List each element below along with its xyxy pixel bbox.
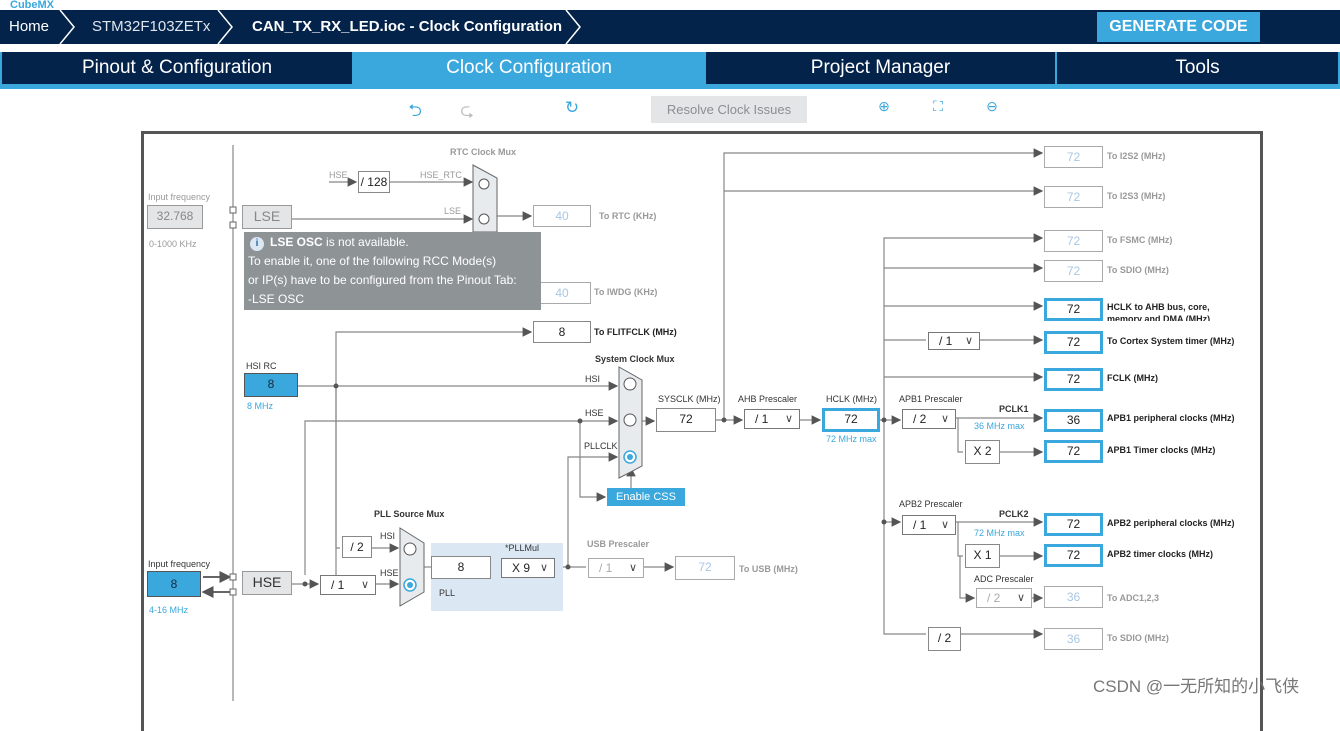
adc-prescaler-label: ADC Prescaler <box>974 574 1034 584</box>
hsi-unit: 8 MHz <box>247 401 274 411</box>
lse-range: 0-1000 KHz <box>149 239 197 249</box>
hclk-input[interactable]: 72 <box>822 408 880 432</box>
cortex-timer-prescaler-select[interactable]: / 1 <box>928 332 980 350</box>
cortex-timer-label: To Cortex System timer (MHz) <box>1107 336 1235 346</box>
i2s3-output[interactable]: 72 <box>1044 186 1103 208</box>
rtc-output[interactable]: 40 <box>533 205 591 227</box>
apb2-timer-output[interactable]: 72 <box>1044 544 1103 567</box>
rtc-hse-label: HSE <box>329 170 348 180</box>
usb-output-label: To USB (MHz) <box>739 564 798 574</box>
sdio-label: To SDIO (MHz) <box>1107 265 1169 275</box>
rtc-mux-title: RTC Clock Mux <box>450 147 517 157</box>
fsmc-label: To FSMC (MHz) <box>1107 235 1173 245</box>
lse-frequency-input[interactable]: 32.768 <box>147 205 203 229</box>
hsi-value: 8 <box>244 373 298 397</box>
usb-prescaler-label: USB Prescaler <box>587 539 650 549</box>
lse-block[interactable]: LSE <box>242 205 292 229</box>
apb1-max: 36 MHz max <box>974 421 1025 431</box>
hse-rtc-label: HSE_RTC <box>420 170 462 180</box>
hse-frequency-input[interactable]: 8 <box>147 571 201 597</box>
rtc-output-label: To RTC (KHz) <box>599 211 657 221</box>
hse-prediv-select[interactable]: / 1 <box>320 575 376 595</box>
hse-block[interactable]: HSE <box>242 571 292 595</box>
hclk-ahb-output[interactable]: 72 <box>1044 298 1103 321</box>
apb2-peripheral-label: APB2 peripheral clocks (MHz) <box>1107 518 1235 528</box>
adc-label: To ADC1,2,3 <box>1107 593 1160 603</box>
pllmul-select[interactable]: X 9 <box>501 558 555 578</box>
apb1-timer-mul: X 2 <box>965 440 1000 464</box>
usb-prescaler-select[interactable]: / 1 <box>588 558 644 578</box>
tooltip-line4: -LSE OSC <box>248 292 305 306</box>
sysmux-hse: HSE <box>585 408 604 418</box>
apb2-peripheral-output[interactable]: 72 <box>1044 513 1103 536</box>
hsi-div2: / 2 <box>342 536 372 558</box>
rtc-lse-label: LSE <box>444 206 462 216</box>
apb2-max: 72 MHz max <box>974 528 1025 538</box>
fsmc-output[interactable]: 72 <box>1044 230 1103 252</box>
sdio-div2: / 2 <box>928 627 961 651</box>
tooltip-line1: is not available. <box>322 235 409 249</box>
fclk-label: FCLK (MHz) <box>1107 373 1158 383</box>
apb1-prescaler-select[interactable]: / 2 <box>902 409 956 429</box>
pll-input[interactable]: 8 <box>431 556 491 579</box>
pllmux-hsi: HSI <box>380 531 396 541</box>
i2s2-output[interactable]: 72 <box>1044 146 1103 168</box>
hse-range: 4-16 MHz <box>149 605 189 615</box>
hsi-label: HSI RC <box>246 361 277 371</box>
ahb-prescaler-select[interactable]: / 1 <box>744 409 800 429</box>
apb1-peripheral-output[interactable]: 36 <box>1044 409 1103 432</box>
sysmux-pllclk: PLLCLK <box>584 441 618 451</box>
adc-output[interactable]: 36 <box>1044 586 1103 608</box>
sdio-output[interactable]: 72 <box>1044 260 1103 282</box>
info-icon: i <box>250 237 264 251</box>
pll-label: PLL <box>439 588 456 598</box>
lse-tooltip: i LSE OSC is not available. To enable it,… <box>244 232 541 310</box>
sdio2-output[interactable]: 36 <box>1044 628 1103 650</box>
pclk2-label: PCLK2 <box>999 509 1029 519</box>
lse-input-label: Input frequency <box>148 192 211 202</box>
fclk-output[interactable]: 72 <box>1044 368 1103 391</box>
watermark: CSDN @一无所知的小飞侠 <box>1093 677 1300 696</box>
sysclk-label: SYSCLK (MHz) <box>658 394 721 404</box>
apb1-peripheral-label: APB1 peripheral clocks (MHz) <box>1107 413 1235 423</box>
i2s2-label: To I2S2 (MHz) <box>1107 151 1166 161</box>
apb1-timer-label: APB1 Timer clocks (MHz) <box>1107 445 1216 455</box>
system-mux-title: System Clock Mux <box>595 354 675 364</box>
cortex-timer-output[interactable]: 72 <box>1044 331 1103 354</box>
rtc-div128: / 128 <box>358 171 390 193</box>
apb2-timer-label: APB2 timer clocks (MHz) <box>1107 549 1214 559</box>
flitfclk-label: To FLITFCLK (MHz) <box>594 327 677 337</box>
apb2-prescaler-label: APB2 Prescaler <box>899 499 963 509</box>
pllmux-hse: HSE <box>380 568 399 578</box>
enable-css-button[interactable]: Enable CSS <box>607 488 685 506</box>
tooltip-line2: To enable it, one of the following RCC M… <box>248 254 497 268</box>
flitfclk-output[interactable]: 8 <box>533 321 591 343</box>
adc-prescaler-select[interactable]: / 2 <box>976 588 1032 608</box>
hclk-max: 72 MHz max <box>826 434 877 444</box>
tooltip-bold: LSE OSC <box>270 235 323 249</box>
pll-source-mux-title: PLL Source Mux <box>374 509 445 519</box>
apb1-timer-output[interactable]: 72 <box>1044 440 1103 463</box>
pclk1-label: PCLK1 <box>999 404 1029 414</box>
tooltip-line3: or IP(s) have to be configured from the … <box>248 273 517 287</box>
ahb-prescaler-label: AHB Prescaler <box>738 394 798 404</box>
hclk-label: HCLK (MHz) <box>826 394 877 404</box>
sysmux-hsi: HSI <box>585 374 601 384</box>
apb2-timer-mul: X 1 <box>965 544 1000 568</box>
pll-source-mux <box>399 527 425 607</box>
hse-input-label: Input frequency <box>148 559 211 569</box>
hclk-ahb-label: HCLK to AHB bus, core, memory and DMA (M… <box>1107 302 1211 321</box>
iwdg-output-label: To IWDG (KHz) <box>594 287 658 297</box>
sdio2-label: To SDIO (MHz) <box>1107 633 1169 643</box>
usb-output[interactable]: 72 <box>675 556 735 580</box>
iwdg-output[interactable]: 40 <box>533 282 591 304</box>
sysclk-value[interactable]: 72 <box>656 408 716 432</box>
apb1-prescaler-label: APB1 Prescaler <box>899 394 963 404</box>
apb2-prescaler-select[interactable]: / 1 <box>902 515 956 535</box>
i2s3-label: To I2S3 (MHz) <box>1107 191 1166 201</box>
pllmul-label: *PLLMul <box>505 543 540 553</box>
